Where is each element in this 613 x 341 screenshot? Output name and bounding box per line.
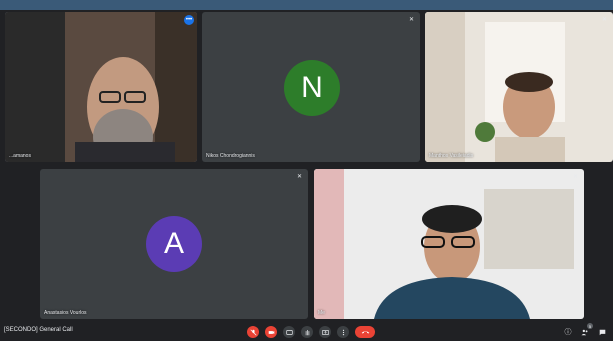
participant-tile-1[interactable]: ••• ...amanos	[5, 12, 197, 162]
meeting-title: [SECONDO] General Call	[4, 327, 73, 333]
mic-muted-icon: ✕	[601, 17, 608, 23]
captions-icon[interactable]	[283, 326, 295, 338]
mic-muted-icon: ✕	[408, 17, 415, 23]
participant-video-3	[425, 12, 613, 162]
avatar-initial: A	[163, 227, 184, 260]
people-count-badge: 5	[587, 323, 593, 329]
participant-name: ...amanos	[9, 153, 31, 159]
participant-video-1	[5, 12, 197, 162]
participant-tile-2[interactable]: N ✕ Nikos Chondrogiannis	[202, 12, 420, 162]
more-options-icon[interactable]	[337, 326, 349, 338]
participant-tile-3[interactable]: ✕ Manthos Vasileiadis	[425, 12, 613, 162]
hang-up-icon[interactable]	[355, 326, 375, 338]
people-icon[interactable]: 5	[579, 323, 593, 338]
participant-video-5	[314, 169, 584, 319]
participant-name: Anastasios Vourlos	[44, 310, 87, 316]
info-icon[interactable]: ⓘ	[562, 326, 574, 338]
participant-tile-4[interactable]: A ✕ Anastasios Vourlos	[40, 169, 308, 319]
meeting-controls-bar: [SECONDO] General Call ⓘ 5	[0, 323, 613, 341]
more-options-icon[interactable]: •••	[184, 15, 194, 25]
chat-icon[interactable]	[596, 326, 608, 338]
participant-name: Manthos Vasileiadis	[429, 153, 474, 159]
mic-muted-icon: ✕	[296, 174, 303, 180]
present-icon[interactable]	[319, 326, 331, 338]
avatar-initial: N	[301, 71, 323, 104]
raise-hand-icon[interactable]	[301, 326, 313, 338]
participant-name: Me	[318, 310, 325, 316]
participant-avatar: A	[146, 216, 202, 272]
participant-name: Nikos Chondrogiannis	[206, 153, 255, 159]
mic-muted-icon: ✕	[572, 174, 579, 180]
participant-avatar: N	[284, 60, 340, 116]
window-top-strip	[0, 0, 613, 10]
camera-off-icon[interactable]	[265, 326, 277, 338]
mic-off-icon[interactable]	[247, 326, 259, 338]
participant-tile-5[interactable]: ✕ Me	[314, 169, 584, 319]
